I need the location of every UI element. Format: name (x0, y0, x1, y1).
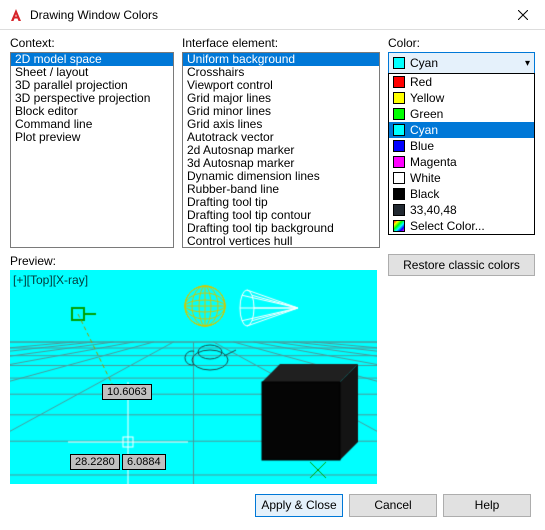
color-swatch-icon (393, 188, 405, 200)
color-option-label: White (410, 171, 441, 185)
interface-element-item[interactable]: Drafting tool tip contour (183, 209, 379, 222)
titlebar: Drawing Window Colors (0, 0, 545, 30)
color-combobox-text: Cyan (410, 56, 525, 70)
color-option-label: Blue (410, 139, 434, 153)
interface-element-item[interactable]: Viewport control (183, 79, 379, 92)
interface-element-item[interactable]: Grid axis lines (183, 118, 379, 131)
preview-coord-a: 10.6063 (102, 384, 152, 400)
color-option[interactable]: Select Color... (389, 218, 534, 234)
interface-element-item[interactable]: 2d Autosnap marker (183, 144, 379, 157)
interface-element-item[interactable]: Uniform background (183, 53, 379, 66)
color-swatch-icon (393, 76, 405, 88)
context-item[interactable]: Sheet / layout (11, 66, 173, 79)
interface-element-item[interactable]: Grid major lines (183, 92, 379, 105)
interface-element-item[interactable]: 3d Autosnap marker (183, 157, 379, 170)
button-row: Apply & Close Cancel Help (10, 494, 535, 517)
interface-element-item[interactable]: Drafting tool tip background (183, 222, 379, 235)
color-swatch-icon (393, 108, 405, 120)
color-option[interactable]: Blue (389, 138, 534, 154)
chevron-down-icon: ▾ (525, 58, 530, 69)
color-option-label: Green (410, 107, 443, 121)
color-option[interactable]: Green (389, 106, 534, 122)
dialog-content: Context: 2D model spaceSheet / layout3D … (0, 30, 545, 530)
color-option[interactable]: White (389, 170, 534, 186)
color-swatch (393, 57, 405, 69)
color-option-label: Yellow (410, 91, 444, 105)
context-column: Context: 2D model spaceSheet / layout3D … (10, 36, 174, 248)
interface-element-item[interactable]: Control vertices hull (183, 235, 379, 248)
preview-coord-c: 6.0884 (122, 454, 166, 470)
color-option[interactable]: Cyan (389, 122, 534, 138)
window-title: Drawing Window Colors (30, 8, 500, 22)
interface-element-item[interactable]: Autotrack vector (183, 131, 379, 144)
color-swatch-icon (393, 204, 405, 216)
color-label: Color: (388, 36, 535, 50)
color-option-label: Select Color... (410, 219, 485, 233)
app-logo-icon (8, 7, 24, 23)
help-button[interactable]: Help (443, 494, 531, 517)
color-option[interactable]: 33,40,48 (389, 202, 534, 218)
context-item[interactable]: 3D parallel projection (11, 79, 173, 92)
context-label: Context: (10, 36, 174, 50)
color-swatch-icon (393, 124, 405, 136)
color-option[interactable]: Red (389, 74, 534, 90)
close-icon (518, 10, 528, 20)
interface-element-item[interactable]: Grid minor lines (183, 105, 379, 118)
color-option-label: Cyan (410, 123, 438, 137)
color-column: Color: Cyan ▾ Red Yellow Green Cyan Blue Mage… (388, 36, 535, 248)
interface-element-label: Interface element: (182, 36, 380, 50)
context-listbox[interactable]: 2D model spaceSheet / layout3D parallel … (10, 52, 174, 248)
color-combobox[interactable]: Cyan ▾ (388, 52, 535, 74)
close-button[interactable] (500, 0, 545, 30)
color-option-label: Red (410, 75, 432, 89)
color-option-label: Black (410, 187, 439, 201)
color-option[interactable]: Magenta (389, 154, 534, 170)
preview-view-label: [+][Top][X-ray] (13, 273, 88, 287)
context-item[interactable]: Block editor (11, 105, 173, 118)
color-swatch-icon (393, 156, 405, 168)
interface-element-item[interactable]: Rubber-band line (183, 183, 379, 196)
preview-area: [+][Top][X-ray] 10.6063 28.2280 6.0884 (10, 270, 377, 484)
color-option-label: Magenta (410, 155, 457, 169)
interface-element-listbox[interactable]: Uniform backgroundCrosshairsViewport con… (182, 52, 380, 248)
restore-classic-colors-button[interactable]: Restore classic colors (388, 254, 535, 276)
apply-close-button[interactable]: Apply & Close (255, 494, 343, 517)
color-dropdown[interactable]: Red Yellow Green Cyan Blue Magenta White Black 3… (388, 73, 535, 235)
context-item[interactable]: Plot preview (11, 131, 173, 144)
color-swatch-icon (393, 220, 405, 232)
color-swatch-icon (393, 92, 405, 104)
cancel-button[interactable]: Cancel (349, 494, 437, 517)
context-item[interactable]: 3D perspective projection (11, 92, 173, 105)
color-option[interactable]: Black (389, 186, 534, 202)
top-row: Context: 2D model spaceSheet / layout3D … (10, 36, 535, 248)
context-item[interactable]: 2D model space (11, 53, 173, 66)
color-swatch-icon (393, 172, 405, 184)
interface-element-column: Interface element: Uniform backgroundCro… (182, 36, 380, 248)
context-item[interactable]: Command line (11, 118, 173, 131)
preview-coord-b: 28.2280 (70, 454, 120, 470)
color-option[interactable]: Yellow (389, 90, 534, 106)
interface-element-item[interactable]: Crosshairs (183, 66, 379, 79)
interface-element-item[interactable]: Dynamic dimension lines (183, 170, 379, 183)
color-swatch-icon (393, 140, 405, 152)
interface-element-item[interactable]: Drafting tool tip (183, 196, 379, 209)
color-option-label: 33,40,48 (410, 203, 457, 217)
